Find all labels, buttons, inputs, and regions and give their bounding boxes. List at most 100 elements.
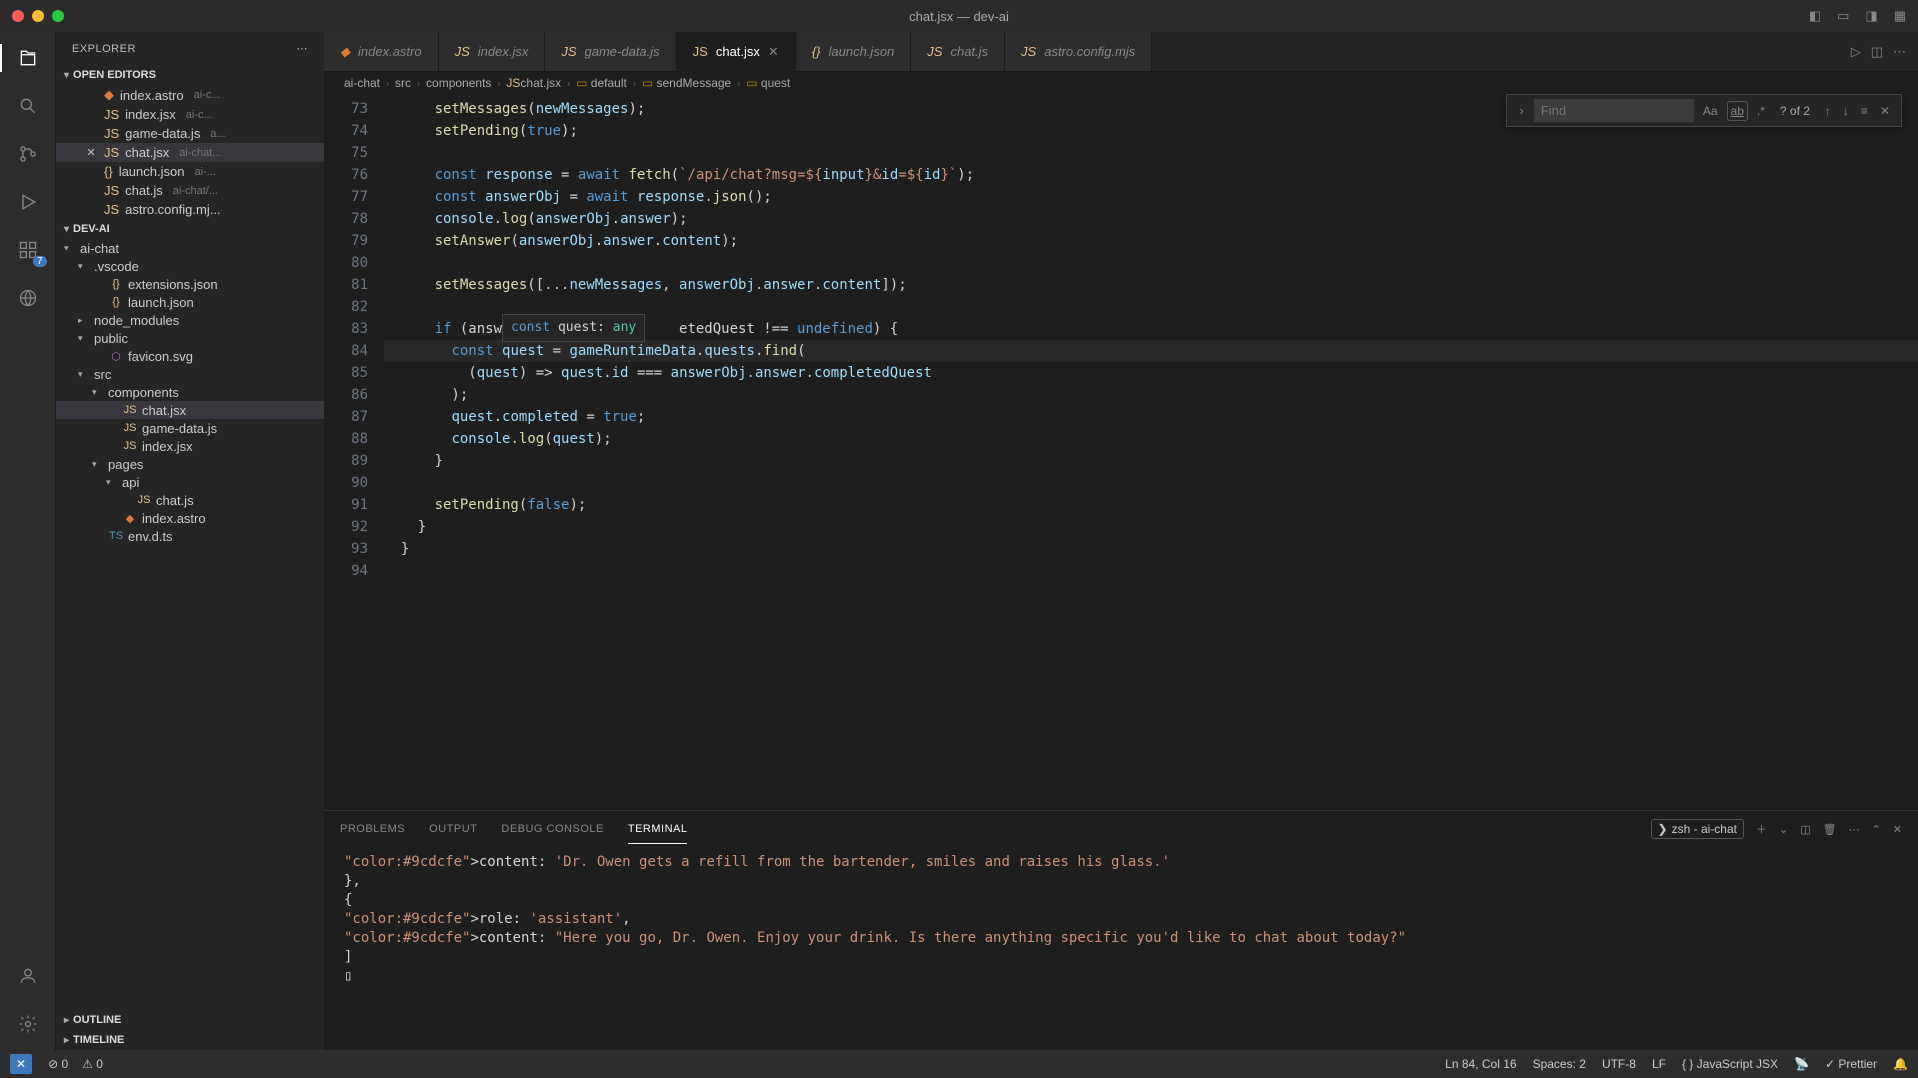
outline-section[interactable]: ▸ OUTLINE [56,1010,324,1030]
tree-file[interactable]: {} launch.json [56,293,324,311]
tree-file[interactable]: JS chat.jsx [56,401,324,419]
minimize-window[interactable] [32,10,44,22]
status-feedback-icon[interactable]: 📡 [1794,1057,1809,1071]
code-line[interactable]: const response = await fetch(`/api/chat?… [384,164,1918,186]
tree-file[interactable]: ⬡ favicon.svg [56,347,324,365]
find-expand-icon[interactable]: › [1515,103,1527,118]
open-editor-item[interactable]: ◆ index.astro ai-c... [56,85,324,105]
status-eol[interactable]: LF [1652,1057,1666,1071]
breadcrumb-item[interactable]: JSchat.jsx [506,76,561,90]
breadcrumb-item[interactable]: ai-chat [344,76,380,90]
match-case-icon[interactable]: Aa [1700,102,1721,120]
timeline-section[interactable]: ▸ TIMELINE [56,1030,324,1050]
code-area[interactable]: setMessages(newMessages); setPending(tru… [384,94,1918,810]
open-editor-item[interactable]: JS game-data.js a... [56,124,324,143]
editor-tab[interactable]: JS chat.jsx ✕ [677,32,796,71]
tree-file[interactable]: TS env.d.ts [56,527,324,545]
code-line[interactable]: ); [384,384,1918,406]
code-line[interactable] [384,472,1918,494]
close-window[interactable] [12,10,24,22]
code-line[interactable]: setPending(false); [384,494,1918,516]
tree-file[interactable]: {} extensions.json [56,275,324,293]
tree-file[interactable]: JS chat.js [56,491,324,509]
split-editor-icon[interactable]: ◫ [1871,44,1883,60]
editor[interactable]: › Aa ab .* ? of 2 ↑ ↓ ≡ ✕ 73747576777879… [324,94,1918,810]
open-editor-item[interactable]: JS chat.js ai-chat/... [56,181,324,200]
code-line[interactable]: (quest) => quest.id === answerObj.answer… [384,362,1918,384]
code-line[interactable]: const quest = gameRuntimeData.quests.fin… [384,340,1918,362]
find-next-icon[interactable]: ↓ [1840,102,1852,120]
tree-folder[interactable]: ▾ api [56,473,324,491]
extensions-activity[interactable]: 7 [14,236,42,264]
run-icon[interactable]: ▷ [1851,44,1861,60]
tree-folder[interactable]: ▾ pages [56,455,324,473]
tree-folder[interactable]: ▸ node_modules [56,311,324,329]
panel-tab-debug[interactable]: DEBUG CONSOLE [501,815,603,843]
editor-tab[interactable]: {} launch.json [796,32,911,71]
open-editors-section[interactable]: ▾ OPEN EDITORS [56,65,324,85]
editor-tab[interactable]: JS astro.config.mjs [1005,32,1152,71]
toggle-panel-icon[interactable]: ▭ [1837,8,1849,24]
breadcrumb-item[interactable]: ▭ quest [746,76,790,90]
tree-folder[interactable]: ▾ .vscode [56,257,324,275]
explorer-activity[interactable] [14,44,42,72]
code-line[interactable]: setMessages([...newMessages, answerObj.a… [384,274,1918,296]
tab-more-icon[interactable]: ⋯ [1893,44,1906,60]
code-line[interactable]: } [384,516,1918,538]
browser-activity[interactable] [14,284,42,312]
settings-activity[interactable] [14,1010,42,1038]
status-cursor[interactable]: Ln 84, Col 16 [1445,1057,1516,1071]
status-encoding[interactable]: UTF-8 [1602,1057,1636,1071]
find-prev-icon[interactable]: ↑ [1822,102,1834,120]
toggle-secondary-sidebar-icon[interactable]: ◨ [1865,8,1877,24]
breadcrumb-item[interactable]: components [426,76,491,90]
tree-file[interactable]: JS game-data.js [56,419,324,437]
project-section[interactable]: ▾ DEV-AI [56,219,324,239]
editor-tab[interactable]: JS chat.js [911,32,1005,71]
split-terminal-icon[interactable]: ◫ [1800,823,1810,836]
panel-close-icon[interactable]: ✕ [1893,823,1902,836]
tree-folder[interactable]: ▾ ai-chat [56,239,324,257]
match-word-icon[interactable]: ab [1727,101,1748,121]
open-editor-item[interactable]: JS index.jsx ai-c... [56,105,324,124]
breadcrumbs[interactable]: ai-chat›src›components›JSchat.jsx›▭ defa… [324,72,1918,94]
code-line[interactable]: setAnswer(answerObj.answer.content); [384,230,1918,252]
run-debug-activity[interactable] [14,188,42,216]
terminal-selector[interactable]: ❯ zsh - ai-chat [1651,819,1744,839]
find-close-icon[interactable]: ✕ [1877,102,1893,120]
status-prettier[interactable]: ✓ Prettier [1825,1057,1877,1071]
tree-folder[interactable]: ▾ components [56,383,324,401]
terminal-body[interactable]: "color:#9cdcfe">content: 'Dr. Owen gets … [324,847,1918,1050]
tab-close-icon[interactable]: ✕ [768,44,779,60]
panel-tab-terminal[interactable]: TERMINAL [628,815,688,844]
panel-more-icon[interactable]: ⋯ [1849,823,1860,836]
explorer-more-icon[interactable]: ⋯ [297,42,309,55]
status-language[interactable]: { } JavaScript JSX [1682,1057,1778,1071]
code-line[interactable]: } [384,450,1918,472]
status-errors[interactable]: ⊘ 0 [48,1057,68,1071]
find-input[interactable] [1534,99,1694,122]
toggle-primary-sidebar-icon[interactable]: ◧ [1809,8,1821,24]
code-line[interactable]: console.log(quest); [384,428,1918,450]
terminal-dropdown-icon[interactable]: ⌄ [1779,823,1788,836]
panel-tab-problems[interactable]: PROBLEMS [340,815,405,843]
close-editor-icon[interactable]: ✕ [84,146,98,159]
breadcrumb-item[interactable]: src [395,76,411,90]
editor-tab[interactable]: JS game-data.js [545,32,676,71]
open-editor-item[interactable]: {} launch.json ai-... [56,162,324,181]
accounts-activity[interactable] [14,962,42,990]
status-warnings[interactable]: ⚠ 0 [82,1057,103,1071]
code-line[interactable]: const answerObj = await response.json(); [384,186,1918,208]
remote-indicator[interactable]: ✕ [10,1054,32,1074]
breadcrumb-item[interactable]: ▭ sendMessage [642,76,731,90]
status-notifications-icon[interactable]: 🔔 [1893,1057,1908,1071]
search-activity[interactable] [14,92,42,120]
tree-file[interactable]: JS index.jsx [56,437,324,455]
editor-tab[interactable]: ◆ index.astro [324,32,439,71]
status-spaces[interactable]: Spaces: 2 [1533,1057,1586,1071]
open-editor-item[interactable]: ✕ JS chat.jsx ai-chat... [56,143,324,162]
find-selection-icon[interactable]: ≡ [1858,102,1871,120]
code-line[interactable]: } [384,538,1918,560]
editor-tab[interactable]: JS index.jsx [439,32,546,71]
tree-file[interactable]: ◆ index.astro [56,509,324,527]
